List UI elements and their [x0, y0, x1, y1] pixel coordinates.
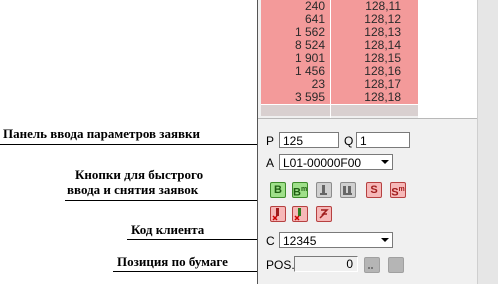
cancel-all-orders-icon[interactable] [316, 206, 332, 222]
order-book-bid-area [418, 0, 477, 118]
row-price: 128,18 [331, 91, 418, 104]
annotation-order-params: Панель ввода параметров заявки [3, 126, 201, 141]
position-menu-button[interactable] [364, 257, 380, 273]
row-price [331, 104, 418, 116]
price-label: P [266, 134, 275, 148]
annotation-position: Позиция по бумаге [117, 254, 228, 269]
annotation-quick-buttons-1: Кнопки для быстрого [75, 167, 204, 182]
divider [258, 118, 477, 119]
buy-market-button-label: B [293, 186, 301, 199]
vertical-scrollbar[interactable] [477, 0, 498, 284]
client-label: C [266, 234, 275, 248]
position-value: 0 [294, 256, 358, 272]
market-superscript: m [398, 186, 405, 193]
row-quantity [261, 104, 330, 116]
cancel-sell-orders-icon[interactable] [292, 206, 308, 222]
client-select[interactable]: 12345 [279, 232, 393, 248]
leader-line-order-params [0, 144, 260, 145]
leader-line-quick-buttons [65, 200, 260, 201]
order-book-row[interactable]: 3 595 128,18 [261, 91, 418, 104]
price-field[interactable]: 125 [279, 132, 339, 148]
client-value: 12345 [283, 234, 317, 248]
position-refresh-button[interactable] [388, 257, 404, 273]
stop-sell-icon[interactable] [340, 182, 356, 198]
annotation-client-code: Код клиента [131, 222, 205, 237]
quantity-label: Q [344, 134, 354, 148]
quantity-field[interactable]: 1 [356, 132, 410, 148]
annotation-quick-buttons-2: ввода и снятия заявок [67, 182, 199, 197]
cancel-buy-orders-icon[interactable] [270, 206, 286, 222]
column-separator [330, 0, 331, 118]
sell-market-button[interactable]: Sm [390, 182, 406, 199]
leader-line-position [113, 271, 260, 272]
stop-buy-icon[interactable] [316, 182, 332, 198]
order-book: 240 128,11 641 128,12 1 562 128,13 8 524… [261, 0, 418, 117]
position-label: POS. [266, 258, 295, 272]
order-book-row-selected[interactable] [261, 104, 418, 117]
chevron-down-icon[interactable] [381, 238, 389, 242]
account-select[interactable]: L01-00000F00 [279, 154, 393, 170]
account-label: A [266, 156, 275, 170]
buy-market-button[interactable]: Bm [292, 182, 308, 199]
sell-button[interactable]: S [366, 182, 382, 198]
sell-button-label: S [370, 184, 378, 196]
buy-button[interactable]: B [270, 182, 286, 198]
row-quantity: 3 595 [261, 91, 330, 104]
market-superscript: m [300, 186, 308, 193]
leader-line-client-code [127, 239, 260, 240]
buy-button-label: B [274, 184, 282, 196]
account-value: L01-00000F00 [283, 156, 362, 170]
chevron-down-icon[interactable] [381, 160, 389, 164]
sell-market-button-label: S [391, 186, 399, 199]
